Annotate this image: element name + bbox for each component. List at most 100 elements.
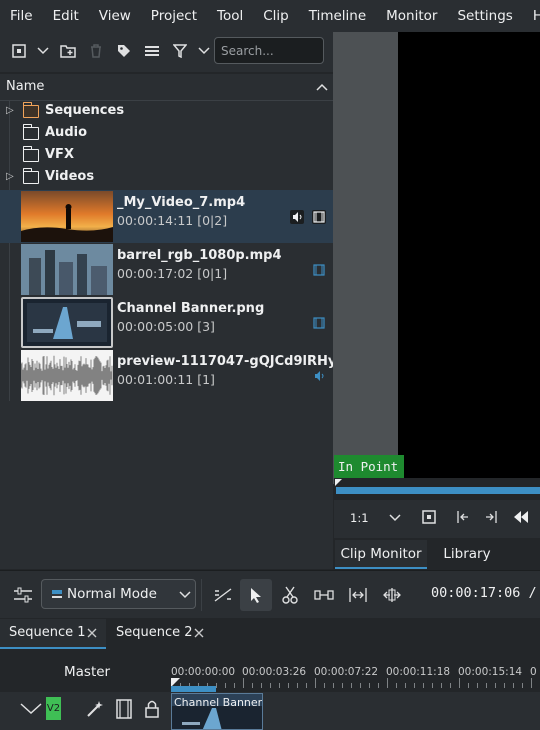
razor-icon[interactable] — [282, 586, 298, 604]
folder-icon — [22, 124, 39, 140]
playhead-marker-icon[interactable] — [335, 479, 343, 487]
zoom-label[interactable]: 1:1 — [350, 511, 369, 525]
clip-thumbnail — [21, 244, 113, 295]
folder-icon — [22, 102, 39, 118]
tag-icon[interactable] — [117, 44, 131, 58]
folder-label: Videos — [45, 169, 95, 184]
timeline-clip-name: Channel Banner.png — [174, 696, 262, 709]
menu-clip[interactable]: Clip — [253, 8, 299, 24]
clip-info: 00:01:00:11 [1] — [117, 372, 215, 387]
chevron-right-icon[interactable]: ▷ — [6, 105, 14, 116]
slip-tool-icon[interactable] — [314, 588, 334, 602]
clip-thumbnail — [21, 297, 113, 348]
divider — [201, 579, 202, 611]
menu-edit[interactable]: Edit — [43, 8, 89, 24]
chevron-down-icon[interactable] — [389, 514, 401, 522]
lock-icon[interactable] — [144, 699, 160, 719]
monitor-zone-bar[interactable] — [336, 487, 540, 494]
ruler-tick-label: 00:00:03:26 — [242, 666, 307, 678]
bin-folder-sequences[interactable]: ▷ Sequences — [0, 101, 333, 123]
tab-label: Sequence 2 — [116, 625, 193, 640]
track-badge[interactable]: V2 — [46, 697, 61, 720]
search-input-box — [214, 37, 324, 64]
ruler-tick-label: 0 — [530, 666, 537, 678]
bin-list: ▷ Sequences Audio VFX ▷ Videos _My_Video… — [0, 101, 369, 569]
bin-folder-vfx[interactable]: VFX — [0, 145, 333, 167]
add-clip-icon[interactable] — [12, 44, 26, 58]
chevron-down-icon — [179, 591, 191, 599]
menu-tool[interactable]: Tool — [207, 8, 253, 24]
bin-clip-row[interactable]: barrel_rgb_1080p.mp4 00:00:17:02 [0|1] — [0, 243, 333, 296]
clip-thumbnail — [21, 191, 113, 242]
menu-project[interactable]: Project — [141, 8, 207, 24]
delete-icon — [91, 44, 101, 58]
sliders-icon[interactable] — [14, 587, 32, 603]
chevron-down-icon[interactable] — [37, 47, 49, 55]
track-header-v2 — [0, 692, 540, 730]
clip-info: 00:00:14:11 [0|2] — [117, 213, 228, 228]
chevron-right-icon[interactable]: ▷ — [6, 171, 14, 182]
menu-help[interactable]: Help — [523, 8, 540, 24]
clip-name: preview-1117047-gQJCd9lRHy-higl — [117, 354, 370, 369]
search-input[interactable] — [215, 38, 323, 63]
ruler-tick-label: 00:00:15:14 — [458, 666, 523, 678]
video-icon[interactable] — [312, 316, 326, 330]
folder-icon — [22, 168, 39, 184]
tab-sequence-1[interactable]: Sequence 1 — [0, 619, 106, 649]
edit-mode-select[interactable]: Normal Mode — [41, 579, 196, 609]
filter-icon[interactable] — [173, 44, 187, 58]
tab-label: Sequence 1 — [9, 625, 86, 640]
clip-name: barrel_rgb_1080p.mp4 — [117, 248, 282, 263]
column-header-name[interactable]: Name — [6, 79, 44, 94]
tab-library[interactable]: Library — [427, 540, 507, 569]
add-folder-icon[interactable] — [60, 44, 76, 58]
ripple-tool-icon[interactable] — [348, 587, 368, 603]
timeline-ruler[interactable]: 00:00:00:00 00:00:03:26 00:00:07:22 00:0… — [171, 658, 540, 688]
bin-header[interactable]: Name — [0, 74, 333, 101]
audio-icon[interactable] — [312, 369, 326, 383]
menu-view[interactable]: View — [89, 8, 141, 24]
normal-mode-icon — [52, 590, 62, 598]
chevron-down-icon[interactable] — [198, 47, 210, 55]
video-track-icon[interactable] — [115, 699, 133, 719]
tab-sequence-2[interactable]: Sequence 2 — [107, 619, 211, 649]
clip-name: _My_Video_7.mp4 — [117, 195, 246, 210]
safe-zone-icon[interactable] — [422, 510, 436, 524]
selection-tool-button[interactable] — [240, 579, 272, 611]
close-icon[interactable] — [87, 628, 97, 638]
rewind-icon[interactable] — [513, 510, 529, 524]
bin-clip-row[interactable]: preview-1117047-gQJCd9lRHy-higl 00:01:00… — [0, 349, 369, 402]
video-icon[interactable] — [312, 263, 326, 277]
sort-chevron-up-icon[interactable] — [316, 83, 328, 91]
menu-file[interactable]: File — [0, 8, 43, 24]
go-to-out-icon[interactable] — [484, 510, 498, 524]
monitor-tabbar: Clip Monitor Library — [333, 540, 540, 569]
clip-info: 00:00:05:00 [3] — [117, 319, 215, 334]
effect-wand-icon[interactable] — [86, 700, 104, 718]
bin-clip-row[interactable]: Channel Banner.png 00:00:05:00 [3] — [0, 296, 333, 349]
audio-icon[interactable] — [290, 210, 304, 224]
menu-timeline[interactable]: Timeline — [299, 8, 376, 24]
tab-clip-monitor[interactable]: Clip Monitor — [335, 540, 427, 569]
folder-icon — [22, 146, 39, 162]
bin-clip-row[interactable]: _My_Video_7.mp4 00:00:14:11 [0|2] — [0, 190, 333, 243]
bin-folder-videos[interactable]: ▷ Videos — [0, 167, 333, 189]
timeline-timecode[interactable]: 00:00:17:06 / — [431, 585, 537, 601]
video-icon[interactable] — [312, 210, 326, 224]
close-icon[interactable] — [194, 628, 204, 638]
ruler-tick-label: 00:00:00:00 — [171, 666, 236, 678]
master-label[interactable]: Master — [64, 664, 110, 680]
menu-monitor[interactable]: Monitor — [376, 8, 447, 24]
go-to-in-icon[interactable] — [456, 510, 470, 524]
menu-icon[interactable] — [145, 45, 159, 57]
in-point-label: In Point — [334, 455, 404, 478]
folder-label: Sequences — [45, 103, 125, 118]
bin-folder-audio[interactable]: Audio — [0, 123, 333, 145]
timeline-clip[interactable]: Channel Banner.png — [171, 693, 263, 730]
clip-name: Channel Banner.png — [117, 301, 265, 316]
collapse-chevron-icon[interactable] — [20, 703, 42, 715]
clip-thumbnail — [172, 706, 262, 729]
spacer-tool-icon[interactable] — [214, 587, 232, 603]
menu-settings[interactable]: Settings — [447, 8, 522, 24]
roll-tool-icon[interactable] — [382, 587, 402, 603]
